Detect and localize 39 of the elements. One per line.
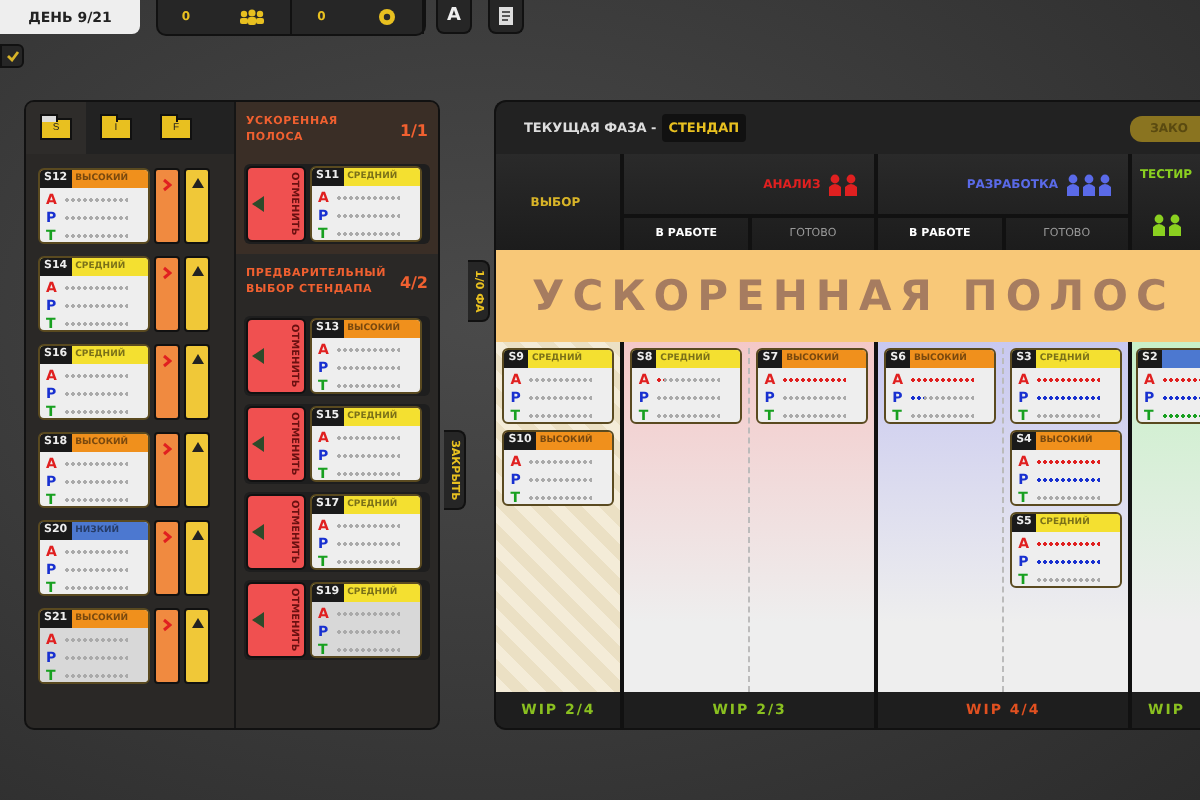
select-button[interactable] (184, 168, 210, 244)
section-count: 4/2 (399, 273, 428, 291)
check-toggle[interactable] (0, 44, 24, 68)
chevron-icon (162, 618, 172, 632)
chevron-icon (162, 354, 172, 368)
people-icon (237, 8, 266, 26)
chevron-icon (162, 442, 172, 456)
expedite-button[interactable] (154, 520, 180, 596)
coin-icon (377, 8, 396, 26)
chevron-icon (162, 178, 172, 192)
expedite-button[interactable] (154, 168, 180, 244)
triangle-icon (252, 436, 264, 452)
triangle-icon (191, 618, 203, 628)
banner-label: УСКОРЕННАЯ ПОЛОС (532, 270, 1175, 322)
chevron-icon (162, 530, 172, 544)
triangle-icon (191, 266, 203, 276)
letter-button[interactable]: A (436, 0, 472, 34)
select-button[interactable] (184, 432, 210, 508)
select-button[interactable] (184, 520, 210, 596)
triangle-icon (252, 196, 264, 212)
triangle-icon (191, 530, 203, 540)
expedite-button[interactable] (154, 432, 180, 508)
triangle-icon (252, 348, 264, 364)
triangle-icon (191, 178, 203, 188)
triangle-icon (191, 354, 203, 364)
expedite-button[interactable] (154, 344, 180, 420)
expedite-button[interactable] (154, 256, 180, 332)
triangle-icon (191, 442, 203, 452)
check-icon (5, 50, 19, 62)
select-button[interactable] (184, 344, 210, 420)
triangle-icon (252, 612, 264, 628)
expedite-button[interactable] (154, 608, 180, 684)
chevron-icon (162, 266, 172, 280)
document-button[interactable] (488, 0, 524, 34)
select-button[interactable] (184, 608, 210, 684)
section-count: 1/1 (399, 121, 428, 139)
document-icon (498, 6, 514, 26)
select-button[interactable] (184, 256, 210, 332)
triangle-icon (252, 524, 264, 540)
